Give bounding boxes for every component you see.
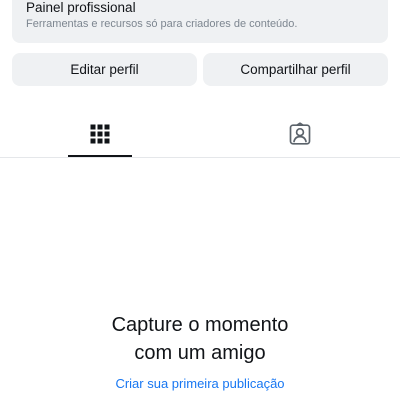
empty-state-title-line2: com um amigo — [134, 342, 266, 364]
professional-dashboard-card[interactable]: Painel profissional Ferramentas e recurs… — [12, 0, 388, 43]
empty-state-title: Capture o momento com um amigo — [0, 311, 400, 367]
professional-dashboard-title: Painel profissional — [26, 0, 136, 15]
grid-icon — [90, 124, 110, 144]
tab-posts[interactable] — [0, 110, 200, 157]
tagged-person-icon — [289, 122, 311, 145]
empty-state-title-line1: Capture o momento — [111, 314, 289, 336]
profile-page: Painel profissional Ferramentas e recurs… — [0, 0, 400, 400]
create-first-post-link[interactable]: Criar sua primeira publicação — [0, 376, 400, 392]
edit-profile-button[interactable]: Editar perfil — [12, 53, 197, 86]
profile-tabs — [0, 110, 400, 158]
share-profile-button[interactable]: Compartilhar perfil — [203, 53, 388, 86]
tabs-divider — [0, 157, 400, 158]
professional-dashboard-subtitle: Ferramentas e recursos só para criadores… — [26, 18, 298, 30]
tab-tagged[interactable] — [200, 110, 400, 157]
